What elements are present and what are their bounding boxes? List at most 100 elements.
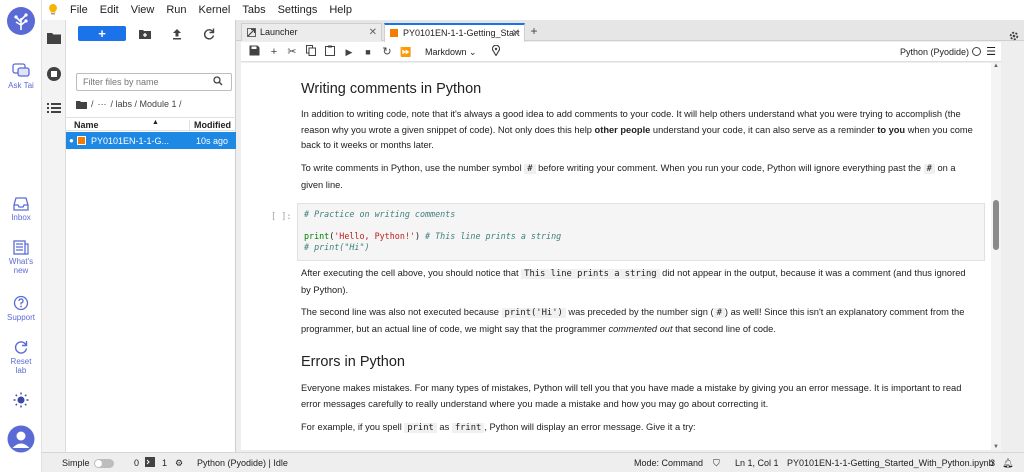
activity-bar <box>42 20 66 452</box>
home-folder-icon[interactable] <box>76 100 87 109</box>
inline-code: print('Hi') <box>501 308 566 318</box>
close-icon[interactable]: ✕ <box>369 24 377 41</box>
breadcrumb-path[interactable]: / labs / Module 1 / <box>111 99 182 109</box>
close-icon[interactable]: ✕ <box>512 25 520 42</box>
search-icon <box>213 76 223 86</box>
tree-logo-icon[interactable] <box>0 6 42 38</box>
menu-settings[interactable]: Settings <box>272 0 324 20</box>
reset-lab-button[interactable]: Reset lab <box>0 339 42 375</box>
inline-code: print <box>404 423 437 433</box>
menu-kernel[interactable]: Kernel <box>193 0 237 20</box>
file-filter-input[interactable] <box>76 73 232 91</box>
kernel-gear-icon[interactable]: ⚙ <box>175 458 183 469</box>
bell-icon[interactable]: 🔔︎ <box>1002 458 1013 469</box>
new-folder-icon[interactable] <box>138 27 152 41</box>
menu-run[interactable]: Run <box>160 0 192 20</box>
folder-icon[interactable] <box>46 30 62 46</box>
menu-edit[interactable]: Edit <box>94 0 125 20</box>
breadcrumb-ellipsis[interactable]: ··· <box>98 99 107 109</box>
table-of-contents-icon[interactable] <box>46 100 62 116</box>
menu-bar: File Edit View Run Kernel Tabs Settings … <box>42 0 1024 20</box>
column-name-header[interactable]: Name <box>74 120 99 130</box>
user-avatar-button[interactable] <box>0 425 42 455</box>
notebook-file-icon <box>77 136 86 145</box>
gear-icon[interactable] <box>1008 30 1020 42</box>
menu-file[interactable]: File <box>64 0 94 20</box>
kernel-status-text[interactable]: Python (Pyodide) | Idle <box>197 458 288 468</box>
theme-toggle-button[interactable] <box>0 392 42 410</box>
paragraph-text: was preceded by the number sign ( <box>565 307 714 317</box>
markdown-cell[interactable]: For example, if you spell print as frint… <box>301 420 973 437</box>
breadcrumb: / ··· / labs / Module 1 / <box>76 99 182 109</box>
cell-type-select[interactable]: Markdown ⌄ <box>425 45 477 59</box>
scroll-down-icon[interactable]: ▼ <box>993 444 999 450</box>
code-string: 'Hello, Python!' <box>334 231 415 241</box>
new-tab-button[interactable]: + <box>526 23 542 41</box>
ask-tai-button[interactable]: Ask Tai <box>0 63 42 90</box>
ask-tai-label: Ask Tai <box>8 81 34 90</box>
markdown-cell[interactable]: After executing the cell above, you shou… <box>301 266 973 298</box>
kernel-menu-icon[interactable]: ☰ <box>986 45 996 59</box>
file-list-item[interactable]: ● PY0101EN-1-1-G... 10s ago <box>66 132 236 149</box>
mode-indicator: Mode: Command <box>634 458 704 468</box>
column-modified-header[interactable]: Modified <box>189 120 231 130</box>
support-button[interactable]: Support <box>0 295 42 322</box>
markdown-cell[interactable]: To write comments in Python, use the num… <box>301 161 973 193</box>
paragraph-text: Everyone makes mistakes. For many types … <box>301 383 962 409</box>
markdown-cell[interactable]: Everyone makes mistakes. For many types … <box>301 381 973 412</box>
whats-new-button[interactable]: What's new <box>0 240 42 275</box>
scroll-up-icon[interactable]: ▲ <box>993 63 999 69</box>
menu-view[interactable]: View <box>125 0 161 20</box>
running-stop-icon[interactable] <box>46 66 62 82</box>
cut-icon[interactable]: ✂ <box>285 45 299 59</box>
restart-icon[interactable]: ↻ <box>380 45 394 59</box>
inline-code: This line prints a string <box>521 269 660 279</box>
markdown-cell[interactable]: In addition to writing code, note that i… <box>301 107 973 154</box>
notebook-scrollbar[interactable]: ▲ ▼ <box>991 63 1001 450</box>
jupyter-lightbulb-icon <box>42 3 64 18</box>
notification-count[interactable]: 3 <box>990 458 995 468</box>
kernel-idle-indicator <box>972 47 981 56</box>
running-dot-icon: ● <box>69 136 74 145</box>
run-icon[interactable]: ▶ <box>342 45 356 59</box>
paragraph-text: To write comments in Python, use the num… <box>301 163 525 173</box>
markdown-heading-cell[interactable]: Writing comments in Python <box>301 80 973 98</box>
paragraph-text: that second line of code. <box>672 323 776 334</box>
tab-launcher[interactable]: Launcher ✕ <box>241 23 382 41</box>
run-all-icon[interactable]: ⏩ <box>399 45 413 59</box>
add-cell-icon[interactable]: + <box>267 45 281 59</box>
code-token: ) <box>414 231 426 241</box>
location-pin-icon[interactable] <box>489 44 503 59</box>
tab-notebook[interactable]: PY0101EN-1-1-Getting_Start ✕ <box>384 23 525 42</box>
inbox-button[interactable]: Inbox <box>0 197 42 222</box>
scrollbar-thumb[interactable] <box>993 200 999 250</box>
paste-icon[interactable] <box>323 45 337 59</box>
chat-bubble-icon <box>12 63 30 77</box>
stop-icon[interactable]: ■ <box>361 45 375 59</box>
breadcrumb-root[interactable]: / <box>91 99 94 109</box>
kernel-name[interactable]: Python (Pyodide) <box>900 45 969 59</box>
refresh-files-icon[interactable] <box>202 27 216 41</box>
new-launcher-button[interactable]: + <box>78 26 126 41</box>
shield-icon[interactable]: ⛉ <box>713 458 720 469</box>
menu-help[interactable]: Help <box>323 0 358 20</box>
markdown-cell[interactable]: The second line was also not executed be… <box>301 305 973 337</box>
inline-code: # <box>923 164 935 174</box>
simple-mode-label: Simple <box>62 458 90 468</box>
paragraph-text: For example, if you spell <box>301 422 405 432</box>
cursor-position[interactable]: Ln 1, Col 1 <box>735 458 779 468</box>
notebook-toolbar: + ✂ ▶ ■ ↻ ⏩ Markdown ⌄ Python (Pyodide) … <box>241 42 1001 62</box>
upload-icon[interactable] <box>170 27 184 41</box>
file-modified: 10s ago <box>196 136 229 146</box>
simple-mode-toggle[interactable] <box>94 459 114 468</box>
terminal-icon[interactable] <box>145 457 155 469</box>
sort-caret-icon[interactable]: ▲ <box>152 119 159 126</box>
markdown-heading-cell[interactable]: Errors in Python <box>301 353 973 371</box>
copy-icon[interactable] <box>304 45 318 59</box>
save-icon[interactable] <box>247 45 261 59</box>
status-bar: Simple 0 1 ⚙ Python (Pyodide) | Idle Mod… <box>42 452 1024 472</box>
file-list-header: Name ▲ Modified <box>66 117 236 131</box>
notebook-panel[interactable]: Writing comments in Python In addition t… <box>241 63 1001 450</box>
menu-tabs[interactable]: Tabs <box>236 0 271 20</box>
code-cell[interactable]: # Practice on writing comments print('He… <box>297 203 985 261</box>
